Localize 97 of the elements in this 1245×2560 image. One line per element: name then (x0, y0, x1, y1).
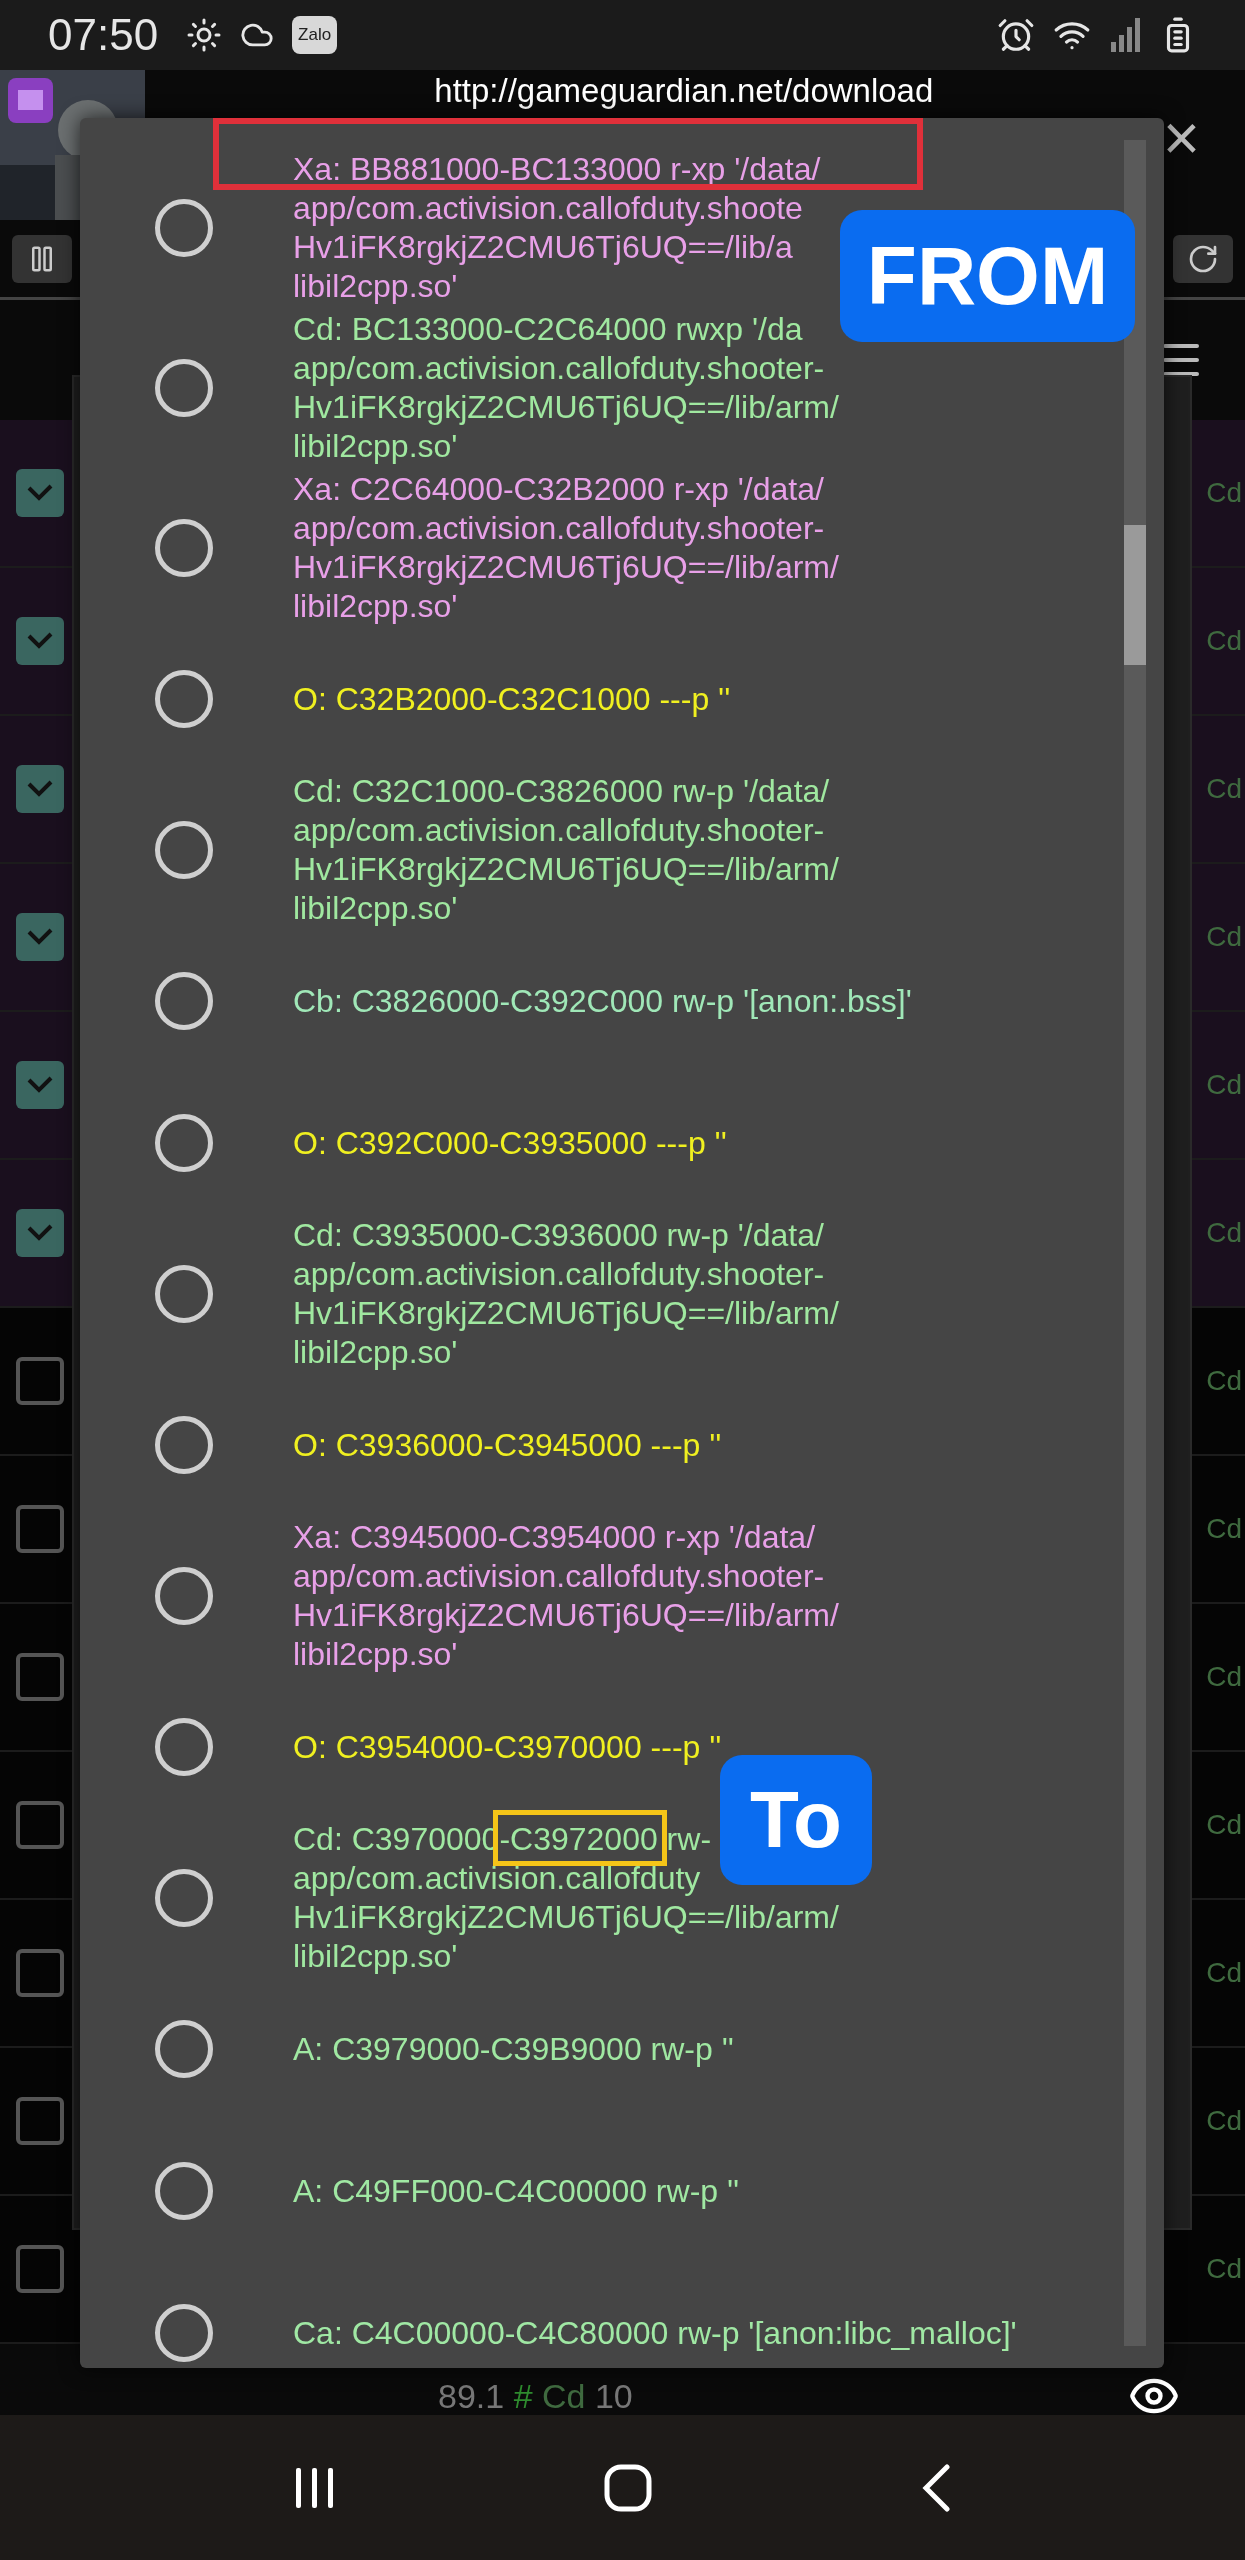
type-label: Cd (1206, 1513, 1242, 1545)
checkbox[interactable] (16, 617, 64, 665)
scrollbar-thumb[interactable] (1124, 525, 1146, 665)
check-icon (27, 632, 53, 650)
checkbox[interactable] (16, 1505, 64, 1553)
checkbox[interactable] (16, 2245, 64, 2293)
status-text: 89.1 # Cd 10 (438, 2375, 633, 2417)
check-icon (27, 1076, 53, 1094)
radio-button[interactable] (155, 2304, 213, 2362)
region-text: app/com.activision.callofduty.shooter- (293, 811, 825, 850)
region-text: Xa: BB881000-BC133000 r-xp '/data/ (293, 150, 821, 189)
region-text: libil2cpp.so' (293, 1937, 458, 1976)
pause-button[interactable] (12, 234, 72, 283)
back-icon[interactable] (920, 2463, 951, 2512)
type-label: Cd (1206, 2253, 1242, 2285)
region-text: Hv1iFK8rgkjZ2CMU6Tj6UQ==/lib/arm/ (293, 1294, 839, 1333)
type-label: Cd (1206, 1365, 1242, 1397)
region-text: libil2cpp.so' (293, 427, 458, 466)
type-label: Cd (1206, 625, 1242, 657)
region-text: Hv1iFK8rgkjZ2CMU6Tj6UQ==/lib/a (293, 228, 793, 267)
region-text: A: C49FF000-C4C00000 rw-p '' (293, 2171, 740, 2211)
region-text: Cd: C32C1000-C3826000 rw-p '/data/ (293, 772, 830, 811)
checkbox[interactable] (16, 765, 64, 813)
region-text: app/com.activision.callofduty (293, 1859, 701, 1898)
region-text: Hv1iFK8rgkjZ2CMU6Tj6UQ==/lib/arm/ (293, 850, 839, 889)
type-label: Cd (1206, 477, 1242, 509)
type-label: Cd (1206, 921, 1242, 953)
region-text: app/com.activision.callofduty.shooter- (293, 349, 825, 388)
check-icon (27, 1224, 53, 1242)
radio-button[interactable] (155, 1718, 213, 1776)
home-icon[interactable] (604, 2463, 653, 2512)
radio-button[interactable] (155, 1869, 213, 1927)
region-text: Cb: C3826000-C392C000 rw-p '[anon:.bss]' (293, 981, 912, 1021)
type-label: Cd (1206, 1217, 1242, 1249)
region-text: Cd: BC133000-C2C64000 rwxp '/da (293, 310, 803, 349)
refresh-button[interactable] (1173, 234, 1233, 283)
close-button[interactable]: × (1162, 106, 1200, 170)
checkbox[interactable] (16, 1357, 64, 1405)
region-text: libil2cpp.so' (293, 889, 458, 928)
checkbox[interactable] (16, 1209, 64, 1257)
checkbox[interactable] (16, 1801, 64, 1849)
radio-button[interactable] (155, 2162, 213, 2220)
radio-button[interactable] (155, 1416, 213, 1474)
region-text: Xa: C2C64000-C32B2000 r-xp '/data/ (293, 470, 824, 509)
region-text: Ca: C4C00000-C4C80000 rw-p '[anon:libc_malloc]' (293, 2313, 1017, 2353)
type-label: Cd (1206, 1069, 1242, 1101)
check-icon (27, 484, 53, 502)
region-text: Cd: C3935000-C3936000 rw-p '/data/ (293, 1216, 824, 1255)
weather-icon (186, 17, 223, 53)
type-label: Cd (1206, 773, 1242, 805)
radio-button[interactable] (155, 519, 213, 577)
radio-button[interactable] (155, 821, 213, 879)
region-text: Hv1iFK8rgkjZ2CMU6Tj6UQ==/lib/arm/ (293, 1898, 839, 1937)
region-text: app/com.activision.callofduty.shooter- (293, 1255, 825, 1294)
radio-button[interactable] (155, 359, 213, 417)
radio-button[interactable] (155, 2020, 213, 2078)
type-label: Cd (1206, 1661, 1242, 1693)
checkbox[interactable] (16, 2097, 64, 2145)
radio-button[interactable] (155, 670, 213, 728)
radio-button[interactable] (155, 1114, 213, 1172)
checkbox[interactable] (16, 913, 64, 961)
region-text: libil2cpp.so' (293, 1333, 458, 1372)
radio-button[interactable] (155, 1567, 213, 1625)
checkbox[interactable] (16, 1653, 64, 1701)
check-icon (27, 780, 53, 798)
region-text: O: C32B2000-C32C1000 ---p '' (293, 679, 731, 719)
region-text: libil2cpp.so' (293, 587, 458, 626)
download-url[interactable]: http://gameguardian.net/download (434, 72, 934, 110)
annotation-label: To (720, 1755, 872, 1885)
radio-button[interactable] (155, 199, 213, 257)
checkbox[interactable] (16, 1061, 64, 1109)
region-text: Hv1iFK8rgkjZ2CMU6Tj6UQ==/lib/arm/ (293, 1596, 839, 1635)
region-text: libil2cpp.so' (293, 1635, 458, 1674)
signal-icon (1109, 18, 1141, 52)
region-text: Hv1iFK8rgkjZ2CMU6Tj6UQ==/lib/arm/ (293, 548, 839, 587)
radio-button[interactable] (155, 1265, 213, 1323)
checkbox[interactable] (16, 1949, 64, 1997)
region-text: O: C3936000-C3945000 ---p '' (293, 1425, 722, 1465)
region-text: app/com.activision.callofduty.shooter- (293, 1557, 825, 1596)
checkbox[interactable] (16, 469, 64, 517)
region-text: A: C3979000-C39B9000 rw-p '' (293, 2029, 734, 2069)
type-label: Cd (1206, 2105, 1242, 2137)
radio-button[interactable] (155, 972, 213, 1030)
type-label: Cd (1206, 1809, 1242, 1841)
app-notification-badge: Zalo (292, 16, 338, 54)
region-text: app/com.activision.callofduty.shooter- (293, 509, 825, 548)
region-text: Hv1iFK8rgkjZ2CMU6Tj6UQ==/lib/arm/ (293, 388, 839, 427)
type-label: Cd (1206, 1957, 1242, 1989)
check-icon (27, 928, 53, 946)
region-text: app/com.activision.callofduty.shoote (293, 189, 803, 228)
region-text: O: C3954000-C3970000 ---p '' (293, 1727, 722, 1767)
alarm-icon (997, 16, 1035, 54)
region-text: Xa: C3945000-C3954000 r-xp '/data/ (293, 1518, 815, 1557)
region-text: O: C392C000-C3935000 ---p '' (293, 1123, 727, 1163)
annotation-label: FROM (840, 210, 1135, 342)
region-text: libil2cpp.so' (293, 267, 458, 306)
clock-time: 07:50 (48, 9, 159, 61)
